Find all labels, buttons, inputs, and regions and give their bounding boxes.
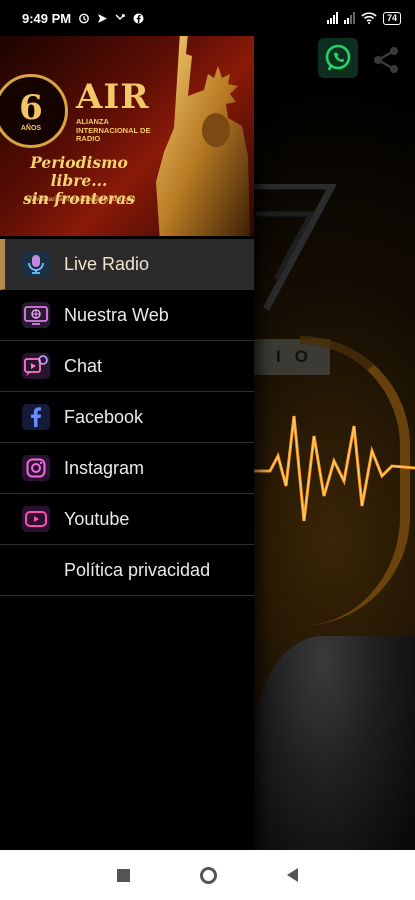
recent-apps-button[interactable] [117, 868, 130, 882]
menu-item-nuestra-web[interactable]: Nuestra Web [0, 290, 254, 341]
organization-name: ALIANZA INTERNACIONAL DE RADIO [76, 117, 151, 143]
wifi-icon [361, 12, 377, 24]
back-button[interactable] [287, 868, 298, 882]
menu-item-label: Nuestra Web [64, 304, 169, 325]
whatsapp-icon [325, 44, 351, 71]
status-time: 9:49 PM [22, 10, 72, 26]
signal-icon [343, 12, 355, 24]
anniversary-number: 6 [19, 87, 43, 128]
menu-item-label: Live Radio [64, 253, 150, 274]
anniversary-label: AÑOS [20, 124, 42, 132]
facebook-icon [133, 13, 144, 23]
chat-icon [22, 353, 50, 379]
drawer-menu: Live Radio Nuestra Web Chat Facebook Ins… [0, 239, 254, 596]
share-button[interactable] [368, 42, 404, 78]
microphone-icon [22, 251, 50, 277]
instagram-icon [22, 455, 50, 481]
slogan-line-1: Periodismo libre... [30, 153, 128, 190]
anniversary-badge: 6 AÑOS [0, 74, 68, 148]
status-bar: 9:49 PM 74 [0, 0, 415, 36]
system-navigation-bar [0, 850, 415, 900]
whatsapp-button[interactable] [318, 38, 358, 78]
signal-icon [326, 12, 338, 24]
radio-letter: I [276, 347, 281, 366]
sound-wave-graphic [250, 415, 415, 522]
share-icon [374, 47, 398, 73]
navigation-drawer: 6 AÑOS AIR ALIANZA INTERNACIONAL DE RADI… [0, 36, 254, 850]
brand-logo: AIR [76, 77, 150, 117]
home-button[interactable] [200, 866, 217, 884]
menu-item-chat[interactable]: Chat [0, 341, 254, 392]
web-monitor-icon [22, 302, 50, 328]
menu-item-label: Instagram [64, 457, 145, 478]
menu-item-live-radio[interactable]: Live Radio [0, 239, 254, 290]
missed-call-icon [115, 13, 125, 20]
menu-item-facebook[interactable]: Facebook [0, 392, 254, 443]
menu-item-label: Chat [64, 355, 103, 376]
website-url: www.alianzainternacionalderadio.com [26, 196, 136, 203]
drawer-header-banner: 6 AÑOS AIR ALIANZA INTERNACIONAL DE RADI… [0, 36, 254, 236]
notification-send-icon [98, 13, 108, 23]
menu-item-youtube[interactable]: Youtube [0, 494, 254, 545]
facebook-icon [22, 404, 50, 430]
battery-icon: 74 [382, 11, 401, 25]
menu-item-label: Política privacidad [64, 559, 211, 580]
alarm-icon [79, 13, 90, 24]
statue-of-liberty-graphic [156, 36, 250, 236]
menu-item-label: Facebook [64, 406, 144, 427]
menu-item-label: Youtube [64, 508, 130, 529]
face-silhouette-graphic [255, 636, 415, 850]
youtube-icon [22, 506, 50, 532]
menu-item-instagram[interactable]: Instagram [0, 443, 254, 494]
menu-item-politica-privacidad[interactable]: Política privacidad [0, 545, 254, 596]
